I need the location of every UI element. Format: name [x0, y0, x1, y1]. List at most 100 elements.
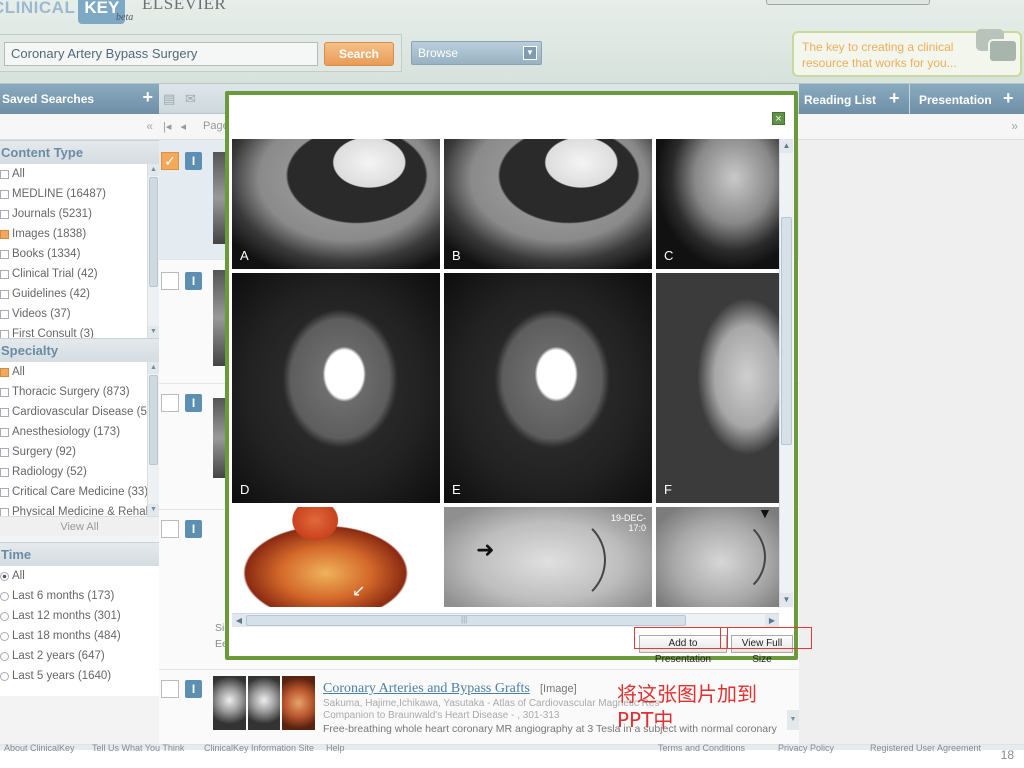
checkbox[interactable] — [0, 189, 9, 199]
search-button[interactable]: Search — [324, 42, 394, 66]
checkbox[interactable] — [0, 427, 9, 437]
sp-items-item[interactable]: Radiology (52) — [0, 462, 159, 482]
ct-items-item[interactable]: Guidelines (42) — [0, 284, 159, 304]
checkbox[interactable] — [0, 367, 9, 377]
time-heading[interactable]: Time — [0, 542, 159, 566]
specialty-heading[interactable]: Specialty — [0, 338, 159, 362]
scroll-thumb[interactable]: ||| — [246, 615, 686, 626]
scroll-up-icon[interactable]: ▲ — [780, 139, 793, 153]
row-checkbox[interactable] — [161, 394, 179, 412]
row-checkbox[interactable] — [161, 680, 179, 698]
result-thumbnails[interactable] — [213, 676, 316, 730]
presentation-tab[interactable]: Presentation — [919, 93, 992, 107]
specialty-view-all-link[interactable]: View All — [0, 516, 159, 536]
scroll-thumb[interactable] — [149, 375, 158, 465]
footer-link-info-site[interactable]: ClinicalKey Information Site — [204, 743, 314, 753]
specialty-scrollbar[interactable]: ▲ ▼ — [147, 362, 159, 516]
browse-dropdown[interactable]: Browse ▼ — [411, 41, 542, 65]
ct-items-item[interactable]: First Consult (3) — [0, 324, 159, 338]
footer-link-privacy[interactable]: Privacy Policy — [778, 743, 834, 753]
footer-link-about[interactable]: About ClinicalKey — [4, 743, 75, 753]
clinicalkey-logo[interactable]: CLINICAL KEY — [0, 0, 126, 24]
ct-items-item[interactable]: Clinical Trial (42) — [0, 264, 159, 284]
search-input[interactable]: Coronary Artery Bypass Surgery — [4, 42, 318, 66]
radio-button[interactable] — [0, 651, 9, 661]
tm-items-item[interactable]: Last 5 years (1640) — [0, 666, 159, 686]
ct-items-item[interactable]: MEDLINE (16487) — [0, 184, 159, 204]
tm-items-item[interactable]: Last 18 months (484) — [0, 626, 159, 646]
print-icon[interactable]: ▤ — [163, 92, 179, 105]
checkbox[interactable] — [0, 209, 9, 219]
scroll-thumb[interactable] — [781, 217, 792, 445]
promo-banner[interactable]: The key to creating a clinical resource … — [792, 29, 1022, 77]
sp-items-item[interactable]: All — [0, 362, 159, 382]
reading-list-tab[interactable]: Reading List — [804, 93, 876, 107]
expand-panel-icon[interactable]: » — [1011, 119, 1018, 133]
radio-button[interactable] — [0, 611, 9, 621]
info-icon[interactable]: I — [185, 394, 202, 412]
footer-link-terms[interactable]: Terms and Conditions — [658, 743, 745, 753]
close-icon[interactable]: × — [772, 112, 785, 125]
result-thumbnail[interactable] — [213, 152, 225, 244]
row-checkbox-checked[interactable]: ✓ — [161, 152, 179, 170]
ct-items-item[interactable]: Journals (5231) — [0, 204, 159, 224]
radio-button[interactable] — [0, 591, 9, 601]
sp-items-item[interactable]: Thoracic Surgery (873) — [0, 382, 159, 402]
saved-searches-bar[interactable]: Saved Searches + — [0, 84, 159, 114]
scroll-down-icon[interactable]: ▼ — [780, 593, 793, 607]
checkbox[interactable] — [0, 407, 9, 417]
scroll-down-icon[interactable]: ▼ — [148, 504, 159, 516]
sp-items-item[interactable]: Surgery (92) — [0, 442, 159, 462]
checkbox[interactable] — [0, 447, 9, 457]
checkbox[interactable] — [0, 309, 9, 319]
checkbox[interactable] — [0, 229, 9, 239]
ct-items-item[interactable]: Videos (37) — [0, 304, 159, 324]
checkbox[interactable] — [0, 467, 9, 477]
result-thumbnail[interactable] — [213, 398, 225, 478]
content-type-heading[interactable]: Content Type — [0, 140, 159, 164]
checkbox[interactable] — [0, 289, 9, 299]
footer-link-feedback[interactable]: Tell Us What You Think — [92, 743, 184, 753]
checkbox[interactable] — [0, 169, 9, 179]
result-title-link[interactable]: Coronary Arteries and Bypass Grafts — [323, 681, 530, 697]
scroll-left-icon[interactable]: ◀ — [232, 614, 246, 627]
checkbox[interactable] — [0, 387, 9, 397]
checkbox[interactable] — [0, 487, 9, 497]
radio-button[interactable] — [0, 671, 9, 681]
tm-items-item[interactable]: Last 6 months (173) — [0, 586, 159, 606]
info-icon[interactable]: I — [185, 680, 202, 698]
tm-items-item[interactable]: Last 2 years (647) — [0, 646, 159, 666]
tm-items-item[interactable]: Last 12 months (301) — [0, 606, 159, 626]
tm-items-item[interactable]: All — [0, 566, 159, 586]
pager-first-icon[interactable]: |◂ ◂ — [163, 120, 186, 133]
info-icon[interactable]: I — [185, 272, 202, 290]
sp-items-item[interactable]: Critical Care Medicine (33) — [0, 482, 159, 502]
scroll-up-icon[interactable]: ▲ — [148, 362, 159, 374]
scroll-down-icon[interactable]: ▼ — [148, 326, 159, 338]
add-saved-search-plus-icon[interactable]: + — [142, 88, 153, 106]
add-reading-list-plus-icon[interactable]: + — [889, 88, 900, 109]
footer-link-user-agreement[interactable]: Registered User Agreement — [870, 743, 981, 753]
ct-items-item[interactable]: Images (1838) — [0, 224, 159, 244]
top-utility-tab[interactable] — [766, 0, 930, 5]
radio-button[interactable] — [0, 571, 9, 581]
sp-items-item[interactable]: Anesthesiology (173) — [0, 422, 159, 442]
collapse-sidebar-icon[interactable]: « — [146, 119, 153, 133]
row-checkbox[interactable] — [161, 272, 179, 290]
row-checkbox[interactable] — [161, 520, 179, 538]
info-icon[interactable]: I — [185, 152, 202, 170]
ct-items-item[interactable]: All — [0, 164, 159, 184]
sp-items-item[interactable]: Cardiovascular Disease (557) — [0, 402, 159, 422]
viewer-vertical-scrollbar[interactable]: ▲ ▼ — [779, 139, 793, 607]
email-icon[interactable]: ✉ — [185, 92, 201, 105]
add-presentation-plus-icon[interactable]: + — [1003, 88, 1014, 109]
scroll-down-icon[interactable]: ▼ — [787, 710, 799, 730]
checkbox[interactable] — [0, 507, 9, 516]
scroll-thumb[interactable] — [149, 177, 158, 287]
radio-button[interactable] — [0, 631, 9, 641]
footer-link-help[interactable]: Help — [326, 743, 345, 753]
scroll-right-icon[interactable]: ▶ — [765, 614, 779, 627]
checkbox[interactable] — [0, 249, 9, 259]
result-thumbnail[interactable] — [213, 270, 225, 366]
checkbox[interactable] — [0, 269, 9, 279]
